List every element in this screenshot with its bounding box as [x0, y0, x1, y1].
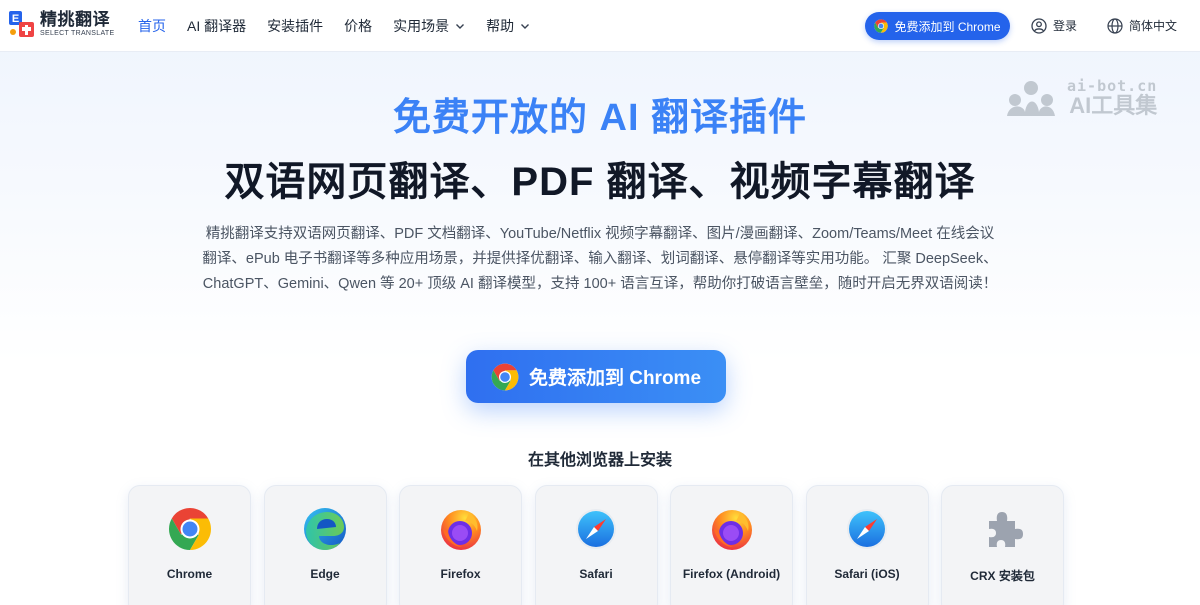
browser-label: Edge	[310, 567, 340, 581]
browser-card-safari-ios[interactable]: Safari (iOS)	[805, 485, 929, 605]
hero-description-line: 翻译、ePub 电子书翻译等多种应用场景，并提供择优翻译、输入翻译、划词翻译、悬…	[202, 251, 998, 267]
browser-card-firefox-android[interactable]: Firefox (Android)	[670, 485, 793, 605]
browser-label: Safari (iOS)	[834, 567, 900, 581]
chevron-down-icon	[456, 24, 465, 29]
language-label: 简体中文	[1129, 19, 1178, 33]
browser-card-crx[interactable]: CRX 安装包	[941, 485, 1064, 605]
nav-item-install[interactable]: 安装插件	[267, 16, 323, 36]
browser-label: Firefox (Android)	[682, 567, 781, 581]
safari-icon	[576, 509, 616, 549]
browser-card-chrome[interactable]: Chrome	[128, 485, 251, 605]
logo-title: 精挑翻译	[40, 9, 110, 29]
browser-label: CRX 安装包	[970, 569, 1035, 583]
nav-item-ai-translator[interactable]: AI 翻译器	[187, 16, 246, 36]
other-browsers-title: 在其他浏览器上安装	[527, 452, 672, 469]
browser-label: Safari	[579, 567, 613, 581]
safari-icon	[847, 509, 887, 549]
language-selector[interactable]: 简体中文	[1107, 17, 1177, 34]
browser-card-edge[interactable]: Edge	[263, 485, 387, 605]
header-add-to-chrome-button[interactable]: 免费添加到 Chrome	[865, 12, 1010, 40]
edge-icon	[304, 508, 346, 550]
browser-list: Chrome Edge Firefox Safari Firefox (Andr…	[128, 485, 1077, 605]
header-cta-label: 免费添加到 Chrome	[894, 19, 1001, 34]
nav-item-help[interactable]: 帮助	[486, 16, 530, 36]
nav-label: 价格	[344, 18, 373, 34]
globe-icon	[1107, 17, 1123, 34]
firefox-icon	[440, 510, 481, 550]
main-nav: 首页 AI 翻译器 安装插件 价格 实用场景 帮助	[138, 0, 551, 52]
add-to-chrome-label: 免费添加到 Chrome	[528, 368, 702, 389]
puzzle-icon	[988, 512, 1023, 547]
hero-description-line: 精挑翻译支持双语网页翻译、PDF 文档翻译、YouTube/Netflix 视频…	[205, 226, 995, 242]
browser-label: Chrome	[166, 567, 213, 581]
hero-title: 免费开放的 AI 翻译插件	[392, 97, 808, 139]
top-navbar: E 精挑翻译 SELECT TRANSLATE 首页 AI 翻译器 安装插件 价…	[0, 0, 1200, 52]
login-link[interactable]: 登录	[1031, 17, 1077, 34]
logo-subtitle: SELECT TRANSLATE	[40, 29, 115, 37]
nav-label: 实用场景	[393, 18, 450, 34]
chrome-icon	[874, 19, 889, 33]
svg-text:E: E	[12, 13, 19, 25]
logo[interactable]: E 精挑翻译 SELECT TRANSLATE	[8, 9, 114, 39]
nav-label: 安装插件	[267, 18, 324, 34]
browser-label: Firefox	[440, 567, 481, 581]
firefox-icon	[711, 510, 752, 550]
hero-description-line: ChatGPT、Gemini、Qwen 等 20+ 顶级 AI 翻译模型，支持 …	[202, 276, 998, 292]
browser-card-safari[interactable]: Safari	[534, 485, 658, 605]
nav-label: 首页	[138, 18, 166, 34]
browser-card-firefox[interactable]: Firefox	[399, 485, 522, 605]
chevron-down-icon	[521, 24, 530, 29]
user-icon	[1031, 17, 1047, 34]
login-label: 登录	[1053, 19, 1078, 33]
chrome-icon	[168, 508, 211, 550]
hero-subtitle: 双语网页翻译、PDF 翻译、视频字幕翻译	[224, 160, 976, 204]
logo-icon: E	[9, 11, 34, 37]
nav-item-home[interactable]: 首页	[138, 16, 166, 36]
chrome-icon	[491, 363, 519, 390]
nav-item-pricing[interactable]: 价格	[344, 16, 372, 36]
add-to-chrome-button[interactable]: 免费添加到 Chrome	[466, 350, 726, 403]
nav-label: 帮助	[486, 18, 515, 34]
nav-item-scenarios[interactable]: 实用场景	[393, 16, 465, 36]
hero-description: 精挑翻译支持双语网页翻译、PDF 文档翻译、YouTube/Netflix 视频…	[170, 222, 1030, 297]
nav-label: AI 翻译器	[187, 18, 247, 34]
